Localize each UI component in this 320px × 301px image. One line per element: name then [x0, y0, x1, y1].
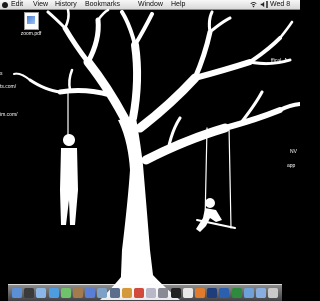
word-icon[interactable] [219, 288, 230, 298]
firefox-icon[interactable] [195, 288, 205, 298]
tree-wallpaper [13, 8, 300, 300]
ical-icon[interactable] [134, 288, 144, 298]
safari-icon[interactable] [48, 288, 59, 298]
system-preferences-icon[interactable] [158, 288, 169, 298]
iphoto-icon[interactable] [97, 288, 108, 298]
imovie-icon[interactable] [109, 288, 120, 298]
textedit-icon[interactable] [182, 288, 193, 298]
itunes-icon[interactable] [85, 288, 96, 298]
preview-icon[interactable] [146, 288, 157, 298]
finder-icon[interactable] [12, 288, 22, 298]
mail-icon[interactable] [36, 288, 47, 298]
dock [8, 284, 282, 301]
photoshop-icon[interactable] [207, 288, 218, 298]
documents-icon[interactable] [256, 288, 266, 298]
dashboard-icon[interactable] [24, 288, 35, 298]
garageband-icon[interactable] [121, 288, 132, 298]
terminal-icon[interactable] [170, 288, 181, 298]
excel-icon[interactable] [231, 288, 242, 298]
ichat-icon[interactable] [60, 288, 71, 298]
address-book-icon[interactable] [73, 288, 83, 298]
trash-icon[interactable] [268, 288, 279, 298]
folder-icon[interactable] [243, 288, 254, 298]
